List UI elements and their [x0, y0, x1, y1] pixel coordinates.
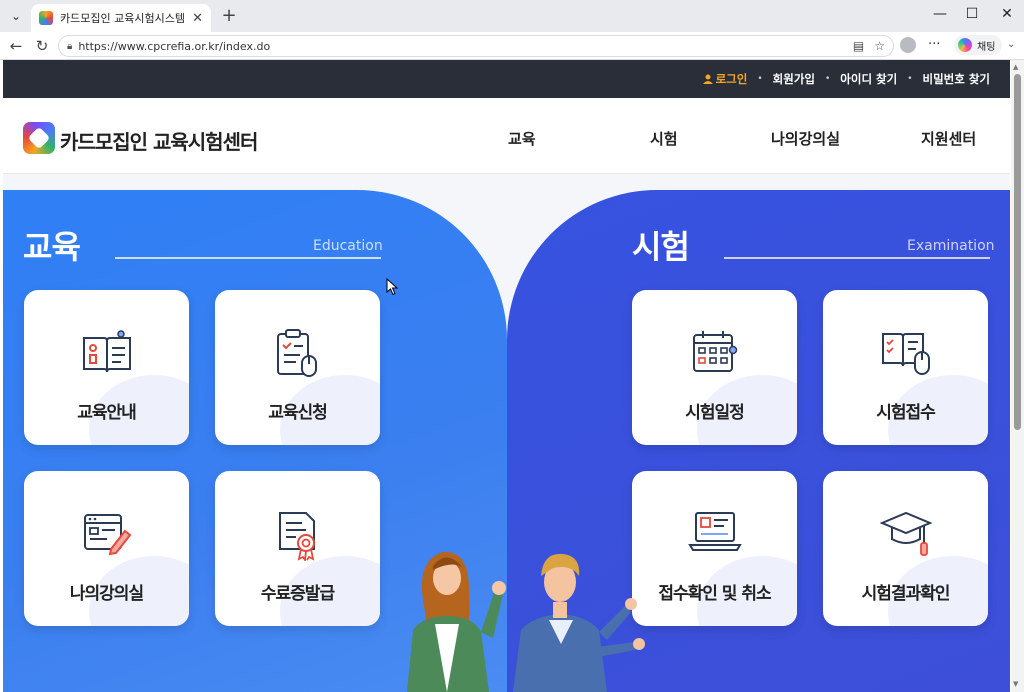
card-label: 시험일정 [685, 403, 745, 423]
education-divider [115, 257, 381, 259]
copilot-chat-button[interactable]: 채팅 [954, 35, 1003, 55]
nav-education[interactable]: 교육 [508, 128, 536, 149]
new-tab-icon[interactable]: + [218, 5, 240, 26]
site-logo-icon[interactable] [23, 122, 55, 154]
card-label: 시험결과확인 [861, 584, 951, 604]
card-exam-result[interactable]: 시험결과확인 [823, 471, 988, 626]
window-close-icon[interactable]: ✕ [997, 6, 1017, 22]
card-label: 접수확인 및 취소 [658, 584, 771, 604]
book-list-icon [82, 330, 131, 373]
exam-divider [724, 257, 990, 259]
exam-title: 시험 [632, 228, 690, 266]
card-register-confirm-cancel[interactable]: 접수확인 및 취소 [632, 471, 797, 626]
find-id-link[interactable]: 아이디 찾기 [840, 71, 897, 87]
minimize-icon[interactable]: — [930, 6, 950, 22]
nav-my-classroom[interactable]: 나의강의실 [771, 128, 840, 149]
find-password-link[interactable]: 비밀번호 찾기 [923, 71, 990, 87]
site-info-icon[interactable]: 🔒︎ [67, 41, 72, 52]
scroll-down-icon[interactable]: ▼ [1013, 680, 1018, 688]
mouse-cursor-icon [386, 278, 398, 296]
reload-icon[interactable]: ↻ [32, 37, 52, 55]
global-navigation: 카드모집인 교육시험센터 교육 시험 나의강의실 지원센터 [3, 98, 1010, 174]
book-mouse-icon [881, 333, 930, 375]
card-my-classroom[interactable]: 나의강의실 [24, 471, 189, 626]
page-scrollbar[interactable]: ▲ ▼ [1011, 60, 1024, 692]
browser-toolbar: ← ↻ 🔒︎ https://www.cpcrefia.or.kr/index.… [0, 32, 1024, 60]
people-illustration [407, 551, 645, 692]
laptop-form-icon [687, 512, 742, 551]
card-certificate[interactable]: 수료증발급 [215, 471, 380, 626]
calendar-icon [692, 331, 737, 372]
card-label: 나의강의실 [69, 584, 144, 604]
utility-bar: 로그인 • 회원가입 • 아이디 찾기 • 비밀번호 찾기 [3, 60, 1010, 98]
certificate-ribbon-icon [278, 512, 315, 561]
browser-tab-bar: ⌄ 카드모집인 교육시험시스템 ✕ + — ☐ ✕ [0, 0, 1024, 32]
reader-mode-icon[interactable]: ▤ [853, 39, 864, 53]
login-label: 로그인 [715, 72, 748, 86]
separator-dot: • [757, 74, 763, 84]
scrollbar-thumb[interactable] [1014, 74, 1021, 430]
card-label: 교육안내 [77, 403, 137, 423]
signup-link[interactable]: 회원가입 [773, 71, 815, 87]
card-exam-schedule[interactable]: 시험일정 [632, 290, 797, 445]
document-pencil-icon [83, 514, 131, 556]
education-subtitle: Education [313, 238, 383, 254]
address-bar[interactable]: 🔒︎ https://www.cpcrefia.or.kr/index.do ▤… [58, 35, 894, 57]
education-title: 교육 [23, 228, 81, 266]
person-icon [702, 74, 713, 84]
copilot-icon [958, 38, 972, 52]
separator-dot: • [824, 74, 831, 84]
url-text: https://www.cpcrefia.or.kr/index.do [78, 39, 271, 53]
login-link[interactable]: 로그인 [702, 71, 748, 87]
sidebar-chevron-icon[interactable]: ⌄ [1007, 39, 1015, 50]
tab-title: 카드모집인 교육시험시스템 [60, 12, 185, 25]
profile-avatar-icon[interactable] [900, 37, 916, 53]
nav-support-center[interactable]: 지원센터 [921, 128, 976, 149]
graduation-cap-icon [879, 511, 932, 556]
card-label: 시험접수 [876, 403, 936, 423]
site-logo-text[interactable]: 카드모집인 교육시험센터 [60, 126, 258, 155]
copilot-label: 채팅 [977, 41, 996, 53]
tab-close-icon[interactable]: ✕ [192, 11, 203, 26]
card-education-apply[interactable]: 교육신청 [215, 290, 380, 445]
tab-list-chevron-icon[interactable]: ⌄ [5, 5, 27, 27]
browser-tab[interactable]: 카드모집인 교육시험시스템 ✕ [31, 4, 211, 32]
card-label: 교육신청 [268, 403, 328, 423]
card-exam-register[interactable]: 시험접수 [823, 290, 988, 445]
scroll-up-icon[interactable]: ▲ [1013, 63, 1018, 71]
site-favicon-icon [39, 11, 53, 25]
back-icon[interactable]: ← [6, 37, 26, 55]
maximize-icon[interactable]: ☐ [962, 6, 982, 22]
separator-dot: • [907, 74, 913, 84]
more-menu-icon[interactable]: ··· [928, 37, 940, 52]
card-education-info[interactable]: 교육안내 [24, 290, 189, 445]
card-label: 수료증발급 [260, 584, 335, 604]
favorite-star-icon[interactable]: ☆ [874, 39, 885, 53]
page-viewport: 로그인 • 회원가입 • 아이디 찾기 • 비밀번호 찾기 카드모집인 교육시험… [3, 60, 1010, 692]
exam-subtitle: Examination [907, 238, 995, 254]
clipboard-mouse-icon [276, 329, 317, 377]
nav-exam[interactable]: 시험 [650, 128, 678, 149]
